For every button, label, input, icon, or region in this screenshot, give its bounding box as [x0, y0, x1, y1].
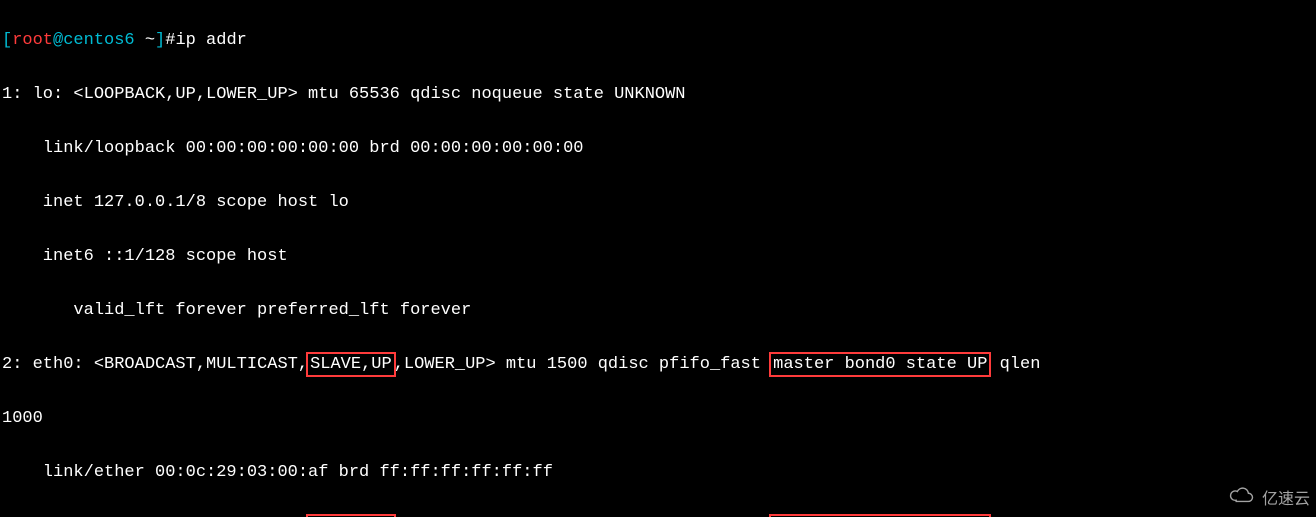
- user: root: [12, 31, 53, 50]
- eth0-wrap: 1000: [2, 405, 1316, 432]
- watermark: 亿速云: [1228, 486, 1310, 513]
- host: centos6: [63, 31, 134, 50]
- eth0-link: link/ether 00:0c:29:03:00:af brd ff:ff:f…: [2, 459, 1316, 486]
- lo-link: link/loopback 00:00:00:00:00:00 brd 00:0…: [2, 135, 1316, 162]
- cloud-icon: [1228, 486, 1256, 513]
- lo-header: 1: lo: <LOOPBACK,UP,LOWER_UP> mtu 65536 …: [2, 81, 1316, 108]
- sigil: #: [165, 31, 175, 50]
- bracket-open: [: [2, 31, 12, 50]
- lo-valid: valid_lft forever preferred_lft forever: [2, 297, 1316, 324]
- highlight-box-master-eth0: master bond0 state UP: [769, 352, 991, 377]
- terminal[interactable]: [root@centos6 ~]#ip addr 1: lo: <LOOPBAC…: [0, 0, 1316, 517]
- path: ~: [135, 31, 155, 50]
- bracket-close: ]: [155, 31, 165, 50]
- eth0-header: 2: eth0: <BROADCAST,MULTICAST,SLAVE,UP,L…: [2, 351, 1316, 378]
- command: ip addr: [175, 31, 246, 50]
- eth0-mid: ,LOWER_UP> mtu 1500 qdisc pfifo_fast: [394, 355, 771, 374]
- lo-inet6: inet6 ::1/128 scope host: [2, 243, 1316, 270]
- prompt-line-1[interactable]: [root@centos6 ~]#ip addr: [2, 27, 1316, 54]
- eth0-post: qlen: [989, 355, 1040, 374]
- lo-inet: inet 127.0.0.1/8 scope host lo: [2, 189, 1316, 216]
- eth0-pre: 2: eth0: <BROADCAST,MULTICAST,: [2, 355, 308, 374]
- watermark-text: 亿速云: [1262, 486, 1310, 513]
- at: @: [53, 31, 63, 50]
- highlight-box-slave-eth0: SLAVE,UP: [306, 352, 396, 377]
- eth1-header: 3: eth1: <BROADCAST,MULTICAST,SLAVE,UP,L…: [2, 513, 1316, 517]
